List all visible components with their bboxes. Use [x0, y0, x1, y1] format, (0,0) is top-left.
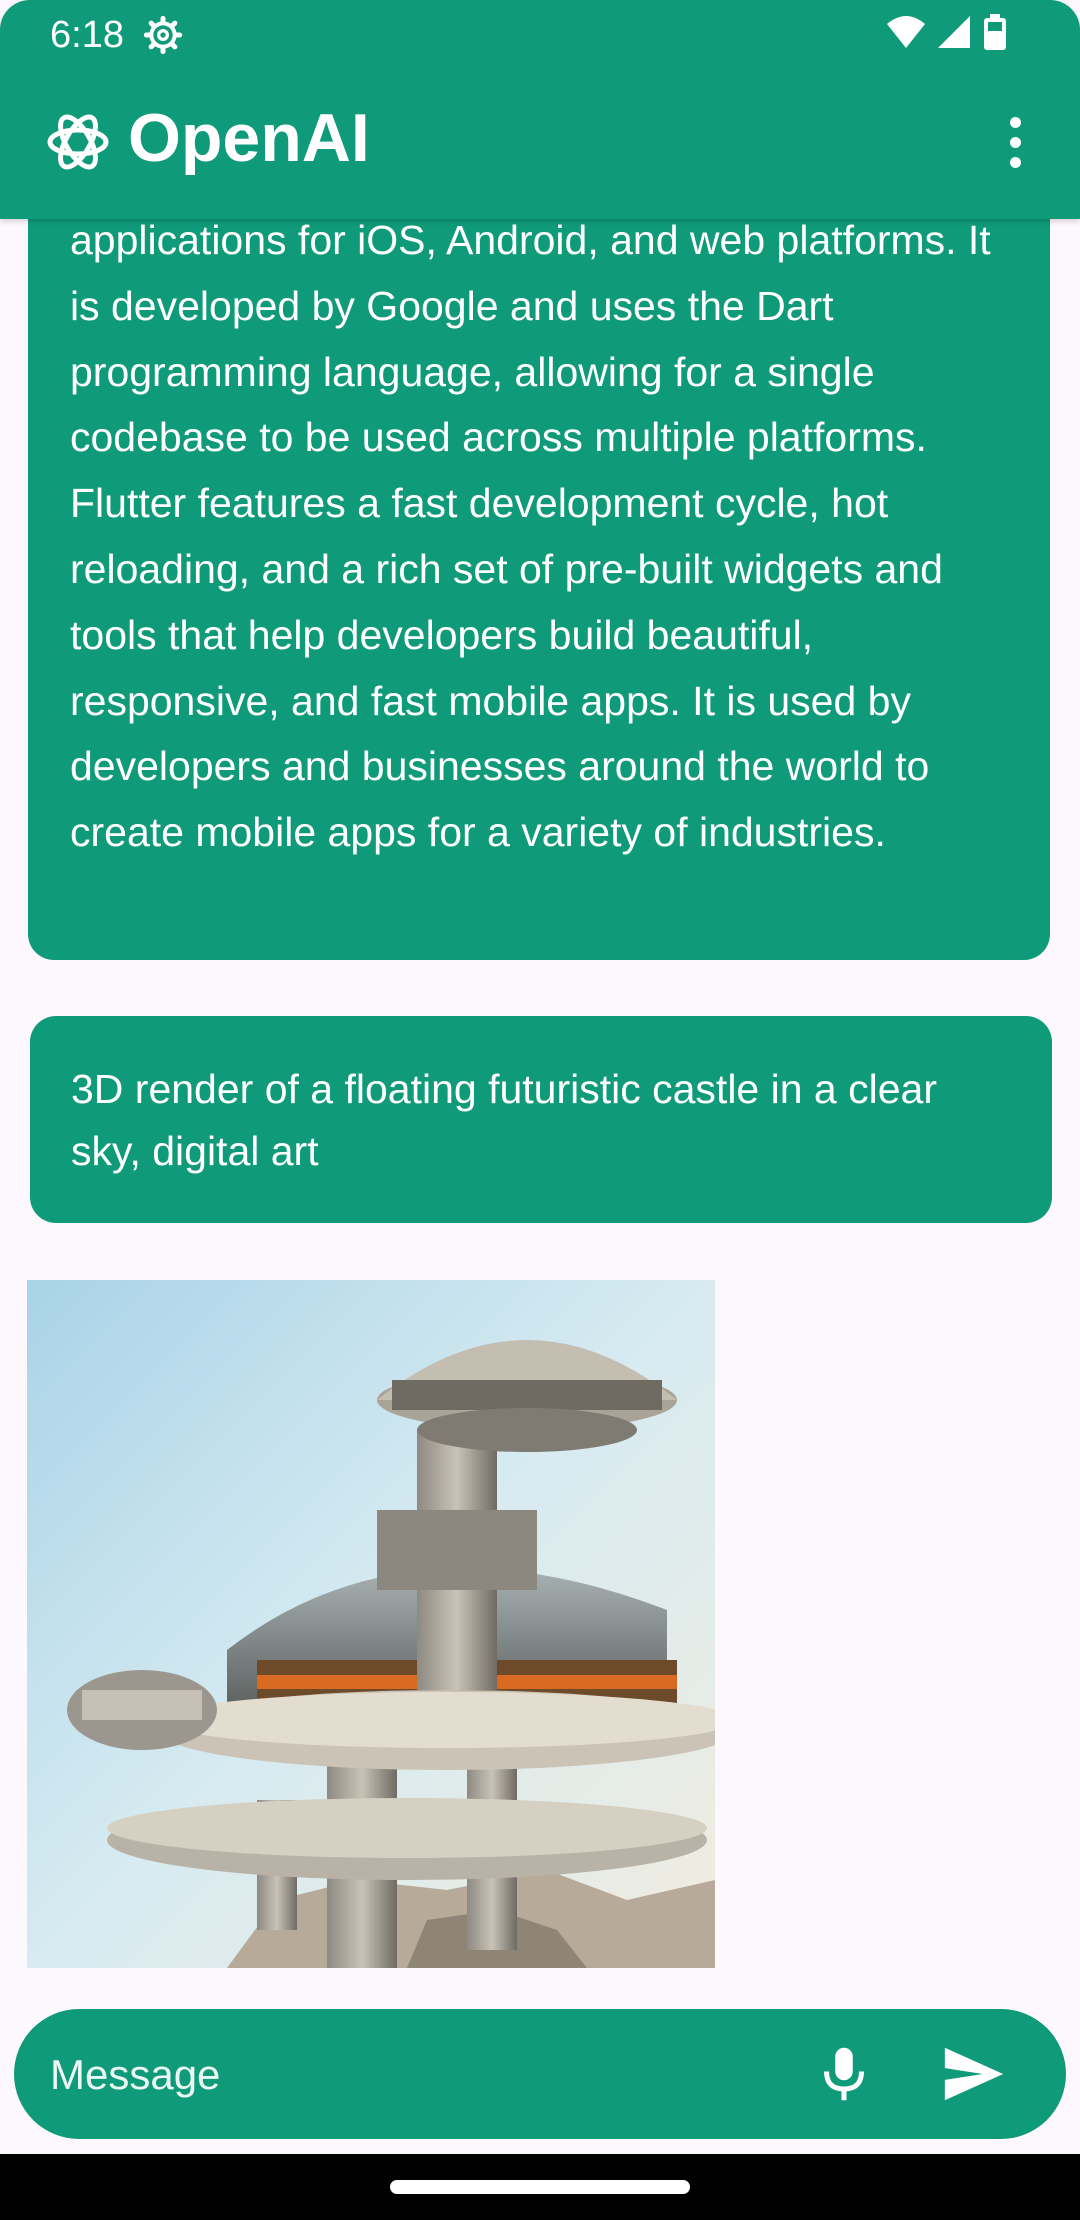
- send-icon[interactable]: [934, 2039, 1014, 2109]
- chat-screen: applications for iOS, Android, and web p…: [0, 0, 1080, 2220]
- home-gesture-handle[interactable]: [390, 2180, 690, 2194]
- microphone-icon[interactable]: [814, 2044, 874, 2104]
- more-vert-dot: [1009, 136, 1021, 148]
- system-nav-bar: [0, 2154, 1080, 2220]
- more-options-button[interactable]: [990, 112, 1040, 172]
- wifi-icon: [887, 16, 925, 48]
- message-composer: [14, 2009, 1066, 2139]
- assistant-message-bubble: applications for iOS, Android, and web p…: [28, 130, 1050, 960]
- assistant-message-text: applications for iOS, Android, and web p…: [70, 217, 991, 856]
- more-vert-dot: [1009, 156, 1021, 168]
- generated-image[interactable]: [27, 1280, 715, 1968]
- cell-signal-icon: [938, 16, 970, 48]
- settings-gear-icon: [143, 15, 183, 55]
- status-time: 6:18: [50, 14, 124, 56]
- castle-render-image: [27, 1280, 715, 1968]
- user-message-text: 3D render of a floating futuristic castl…: [71, 1066, 937, 1174]
- app-title: OpenAI: [128, 100, 370, 176]
- openai-logo-icon: [47, 114, 109, 170]
- more-vert-icon: [1009, 116, 1021, 128]
- status-icons: [886, 14, 1008, 50]
- message-input[interactable]: [48, 2037, 772, 2113]
- app-header: 6:18 OpenAI: [0, 0, 1080, 219]
- user-message-bubble: 3D render of a floating futuristic castl…: [30, 1016, 1052, 1223]
- battery-icon: [984, 14, 1006, 50]
